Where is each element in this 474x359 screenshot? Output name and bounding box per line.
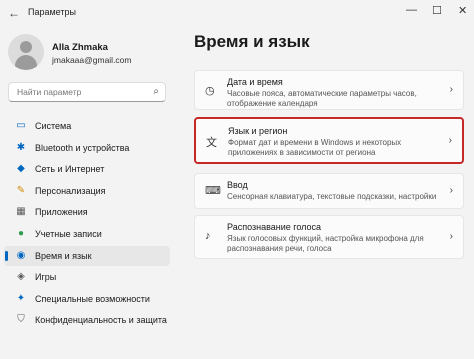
sidebar-item-apps[interactable]: ▦ Приложения: [4, 202, 170, 222]
sidebar-item-time-language[interactable]: ◉ Время и язык: [4, 245, 170, 266]
apps-icon: ▦: [16, 206, 26, 218]
shield-icon: ⛉: [17, 314, 25, 326]
sidebar-item-label: Персонализация: [35, 185, 106, 196]
bluetooth-icon: ✱: [16, 141, 26, 153]
sidebar-item-label: Время и язык: [35, 250, 92, 261]
person-icon: ●: [17, 227, 25, 239]
search-input[interactable]: [15, 86, 147, 98]
sidebar-item-label: Учетные записи: [35, 228, 102, 239]
sidebar-item-label: Bluetooth и устройства: [35, 142, 130, 153]
user-email: jmakaaa@gmail.com: [52, 55, 132, 65]
card-title: Язык и регион: [228, 126, 288, 136]
minimize-button[interactable]: —: [406, 4, 417, 16]
chevron-right-icon: ›: [449, 185, 453, 196]
sidebar-item-privacy[interactable]: ⛉ Конфиденциальность и защита: [4, 310, 170, 330]
sidebar-item-accounts[interactable]: ● Учетные записи: [4, 224, 170, 244]
sidebar-item-label: Сеть и Интернет: [35, 164, 105, 175]
card-description: Язык голосовых функций, настройка микроф…: [227, 234, 424, 253]
language-icon: 文: [206, 137, 217, 149]
sidebar-item-label: Конфиденциальность и защита: [35, 315, 167, 326]
chevron-right-icon: ›: [449, 231, 453, 242]
monitor-icon: ▭: [16, 120, 26, 131]
card-title: Дата и время: [227, 77, 283, 87]
brush-icon: ✎: [16, 184, 26, 196]
sidebar-item-label: Игры: [35, 272, 57, 283]
card-description: Формат дат и времени в Windows и некотор…: [228, 138, 402, 157]
back-arrow-icon[interactable]: ←: [8, 6, 20, 20]
sidebar-item-personalization[interactable]: ✎ Персонализация: [4, 181, 170, 201]
card-title: Распознавание голоса: [227, 222, 322, 232]
search-icon[interactable]: ⌕: [153, 86, 159, 97]
avatar[interactable]: [8, 34, 44, 70]
maximize-button[interactable]: ☐: [432, 4, 442, 17]
chevron-right-icon: ›: [449, 84, 453, 95]
page-title: Время и язык: [194, 32, 310, 51]
language-region-card[interactable]: 文 Язык и регион Формат дат и времени в W…: [194, 117, 464, 164]
gamepad-icon: ◈: [17, 271, 25, 283]
typing-card[interactable]: ⌨ Ввод Сенсорная клавиатура, текстовые п…: [194, 173, 464, 209]
avatar-head-shape: [20, 41, 32, 53]
user-name: Alla Zhmaka: [52, 42, 108, 53]
sidebar-item-label: Приложения: [35, 207, 88, 218]
speech-card[interactable]: ♪ Распознавание голоса Язык голосовых фу…: [194, 215, 464, 259]
sidebar-nav: ▭ Система ✱ Bluetooth и устройства ◆ Сет…: [4, 116, 170, 332]
search-box[interactable]: ⌕: [8, 82, 166, 102]
sidebar-item-system[interactable]: ▭ Система: [4, 116, 170, 136]
sidebar-item-label: Система: [35, 121, 72, 131]
close-button[interactable]: ✕: [458, 4, 467, 17]
date-time-card[interactable]: ◷ Дата и время Часовые пояса, автоматиче…: [194, 70, 464, 110]
calendar-clock-icon: ◷: [205, 85, 215, 97]
sidebar-item-accessibility[interactable]: ✦ Специальные возможности: [4, 289, 170, 309]
card-description: Сенсорная клавиатура, текстовые подсказк…: [227, 192, 437, 201]
accessibility-icon: ✦: [16, 292, 26, 304]
keyboard-icon: ⌨: [205, 185, 221, 197]
chevron-right-icon: ›: [448, 135, 452, 146]
sidebar-item-bluetooth[interactable]: ✱ Bluetooth и устройства: [4, 138, 170, 158]
voice-icon: ♪: [205, 230, 211, 242]
wifi-icon: ◆: [17, 163, 25, 175]
sidebar-item-gaming[interactable]: ◈ Игры: [4, 267, 170, 287]
card-title: Ввод: [227, 180, 248, 190]
sidebar-item-label: Специальные возможности: [35, 293, 150, 304]
avatar-body-shape: [15, 55, 37, 70]
globe-clock-icon: ◉: [16, 249, 26, 261]
card-description: Часовые пояса, автоматические параметры …: [227, 89, 417, 108]
sidebar-item-network[interactable]: ◆ Сеть и Интернет: [4, 159, 170, 179]
window-title: Параметры: [28, 7, 76, 17]
title-bar: ← Параметры — ☐ ✕: [0, 0, 474, 26]
